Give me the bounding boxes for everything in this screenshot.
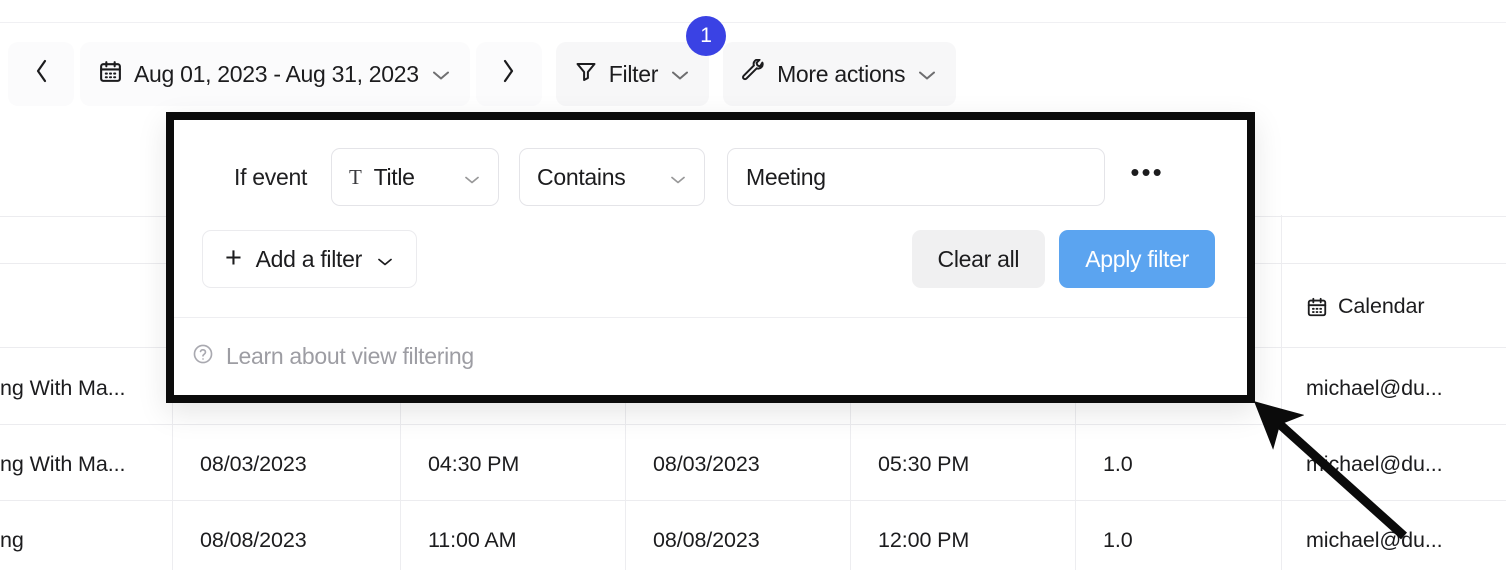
date-range-label: Aug 01, 2023 - Aug 31, 2023 <box>134 60 419 87</box>
if-event-label: If event <box>234 163 308 190</box>
previous-period-button[interactable] <box>8 42 74 106</box>
add-filter-button[interactable]: + Add a filter <box>202 230 417 288</box>
app-screen: Calendar ng With Ma... michael@du... ng … <box>0 0 1506 570</box>
filter-button-wrapper: Filter 1 <box>555 16 727 106</box>
filter-operator-value: Contains <box>537 163 626 190</box>
table-row[interactable]: 08/03/2023 <box>653 453 760 476</box>
chevron-down-icon <box>669 61 691 88</box>
calendar-icon <box>1306 296 1328 318</box>
table-row[interactable]: 1.0 <box>1103 453 1133 476</box>
table-row[interactable]: 08/03/2023 <box>200 453 307 476</box>
chevron-down-icon <box>463 164 481 191</box>
table-row[interactable]: michael@du... <box>1306 377 1443 400</box>
more-actions-button[interactable]: More actions <box>723 42 957 106</box>
chevron-down-icon <box>430 61 452 88</box>
learn-about-view-filtering-link[interactable]: Learn about view filtering <box>192 343 474 371</box>
help-circle-icon <box>192 343 214 371</box>
filter-conditions: If event T Title Contains Meeting ••• <box>174 120 1247 206</box>
learn-link-label: Learn about view filtering <box>226 343 474 369</box>
chevron-down-icon <box>669 164 687 191</box>
date-range-button[interactable]: Aug 01, 2023 - Aug 31, 2023 <box>80 42 470 106</box>
filter-operator-select[interactable]: Contains <box>519 148 706 206</box>
toolbar-gap <box>542 42 556 106</box>
table-row[interactable]: 08/08/2023 <box>653 529 760 552</box>
row-divider-2 <box>0 424 1506 425</box>
filter-actions-row: + Add a filter Clear all Apply filter <box>174 206 1247 288</box>
filter-value-input[interactable] <box>727 148 1106 206</box>
table-row[interactable]: 1.0 <box>1103 529 1133 552</box>
more-actions-label: More actions <box>777 60 906 87</box>
filter-row-more-button[interactable]: ••• <box>1127 159 1167 185</box>
filter-condition-row: If event T Title Contains Meeting ••• <box>174 148 1247 206</box>
filter-count-badge: 1 <box>686 16 727 56</box>
filter-panel: If event T Title Contains Meeting ••• + … <box>166 112 1255 403</box>
toolbar-top-divider <box>0 22 1506 23</box>
table-row[interactable]: 05:30 PM <box>878 453 969 476</box>
column-divider-6 <box>1281 215 1282 570</box>
filter-button[interactable]: Filter <box>555 42 710 106</box>
filter-panel-footer: Learn about view filtering <box>174 317 1247 395</box>
chevron-down-icon <box>376 246 394 273</box>
filter-panel-inner: If event T Title Contains Meeting ••• + … <box>174 120 1247 395</box>
table-row[interactable]: ng With Ma... <box>0 453 125 476</box>
chevron-right-icon <box>500 57 517 91</box>
filter-field-select[interactable]: T Title <box>331 148 500 206</box>
table-row[interactable]: 12:00 PM <box>878 529 969 552</box>
filter-label: Filter <box>608 60 659 87</box>
apply-filter-button[interactable]: Apply filter <box>1059 230 1215 288</box>
table-row[interactable]: 11:00 AM <box>428 529 517 552</box>
next-period-button[interactable] <box>475 42 542 106</box>
add-filter-label: Add a filter <box>255 245 363 272</box>
table-row[interactable]: 04:30 PM <box>428 453 519 476</box>
table-row[interactable]: ng With Ma... <box>0 377 125 400</box>
text-type-icon: T <box>349 164 362 189</box>
column-header-calendar[interactable]: Calendar <box>1306 294 1425 319</box>
clear-all-button[interactable]: Clear all <box>911 230 1046 288</box>
filter-field-value: Title <box>373 163 415 190</box>
funnel-icon <box>574 59 598 89</box>
table-row[interactable]: michael@du... <box>1306 453 1443 476</box>
table-row[interactable]: ng <box>0 529 24 552</box>
table-row[interactable]: michael@du... <box>1306 529 1443 552</box>
calendar-icon <box>98 59 123 90</box>
wrench-icon <box>741 58 766 90</box>
chevron-left-icon <box>33 57 50 91</box>
toolbar-gap <box>470 42 476 106</box>
column-header-label: Calendar <box>1338 294 1425 319</box>
table-row[interactable]: 08/08/2023 <box>200 529 307 552</box>
view-toolbar: Aug 01, 2023 - Aug 31, 2023 Filter 1 Mor… <box>8 16 957 106</box>
chevron-down-icon <box>916 61 938 88</box>
row-divider-3 <box>0 500 1506 501</box>
